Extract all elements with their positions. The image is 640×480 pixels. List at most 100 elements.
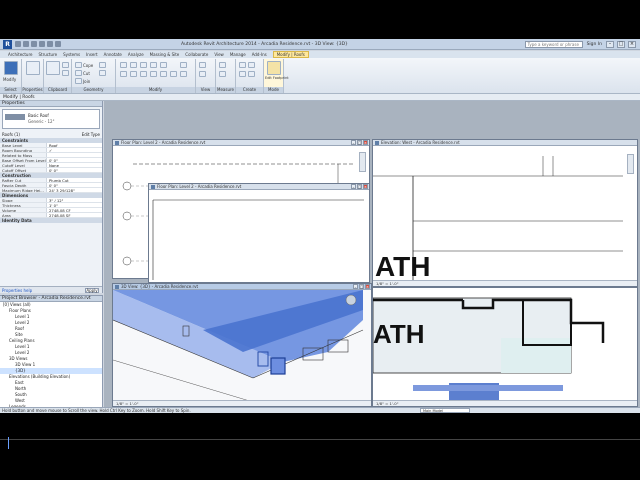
maximize-button[interactable]: □ [617,40,625,48]
view-close-button[interactable]: × [363,140,368,145]
apply-button[interactable]: Apply [85,288,99,293]
app-menu-button[interactable]: R [3,39,12,49]
join-icon[interactable] [75,78,82,84]
tab-analyze[interactable]: Analyze [128,52,144,57]
modify-button[interactable] [4,61,18,75]
geometry-cut-icon[interactable] [75,70,82,76]
split-face-icon[interactable] [99,70,106,76]
save-icon[interactable] [23,41,29,47]
viewcube-icon[interactable] [345,294,357,306]
scale-label-3d[interactable]: 1/8" = 1'-0" [116,401,138,406]
create-parts-icon[interactable] [248,62,255,68]
view-bath-detail[interactable]: ATH 1/8" = 1'-0" [372,287,638,407]
scale-label-detail[interactable]: 1/8" = 1'-0" [376,401,398,406]
property-value[interactable]: None [46,163,102,167]
navigation-bar[interactable] [359,152,366,172]
window-title: Autodesk Revit Architecture 2014 - Arcad… [181,41,348,47]
tab-structure[interactable]: Structure [39,52,58,57]
create-assembly-icon[interactable] [239,62,246,68]
dimension-icon[interactable] [219,71,226,77]
type-selector[interactable]: Basic Roof Generic - 12" [2,109,100,129]
tab-manage[interactable]: Manage [230,52,246,57]
view-close-button[interactable]: × [363,184,368,189]
navigation-bar-elevation[interactable] [627,154,634,174]
view-minimize-button[interactable]: – [351,140,356,145]
mirror-draw-icon[interactable] [150,62,157,68]
copy-icon[interactable] [62,70,69,76]
properties-help-link[interactable]: Properties help Apply [0,286,102,293]
property-value[interactable]: 1' 0" [46,203,102,207]
split-icon[interactable] [160,62,167,68]
close-button[interactable]: × [628,40,636,48]
view-floor-plan-front[interactable]: Floor Plan: Level 2 - Arcadia Residence.… [148,183,370,283]
tab-systems[interactable]: Systems [63,52,80,57]
open-icon[interactable] [15,41,21,47]
view-minimize-button[interactable]: – [351,184,356,189]
tab-modify-roofs[interactable]: Modify | Roofs [272,51,309,58]
view-3d[interactable]: 3D View: {3D} - Arcadia Residence.rvt 1/… [112,283,372,407]
view-maximize-button[interactable]: □ [357,184,362,189]
properties-help-text[interactable]: Properties help [2,288,32,293]
edit-type-button[interactable]: Edit Type [82,131,100,138]
similar-icon[interactable] [248,71,255,77]
scale-icon[interactable] [170,71,177,77]
offset-icon[interactable] [130,62,137,68]
property-value[interactable]: 2748.08 SF [46,213,102,217]
delete-icon[interactable] [180,62,187,68]
sign-in-link[interactable]: Sign In [587,42,602,47]
align-icon[interactable] [120,62,127,68]
trim-icon[interactable] [150,71,157,77]
property-value[interactable] [46,153,102,157]
property-value[interactable]: 0' 0" [46,158,102,162]
edit-footprint-button[interactable] [267,61,281,75]
paint-icon[interactable] [99,62,106,68]
revit-window: R Autodesk Revit Architecture 2014 - Arc… [0,39,640,413]
cut-icon[interactable] [62,62,69,68]
tab-insert[interactable]: Insert [86,52,97,57]
paste-icon[interactable] [46,61,60,75]
array-icon[interactable] [160,71,167,77]
minimize-button[interactable]: – [606,40,614,48]
redo-icon[interactable] [39,41,45,47]
rotate-icon[interactable] [140,71,147,77]
property-value[interactable]: 2748.08 CF [46,208,102,212]
panel-label-properties: Properties [22,87,43,93]
property-value[interactable]: 24' 3 29/128" [46,188,102,192]
move-icon[interactable] [120,71,127,77]
measure-tool-icon[interactable] [219,62,226,68]
pin-icon[interactable] [180,71,187,77]
print-icon[interactable] [47,41,53,47]
search-input[interactable]: Type a keyword or phrase [524,40,583,48]
property-value[interactable]: Plumb Cut [46,178,102,182]
instance-filter[interactable]: Roofs (1) Edit Type [0,131,102,138]
tab-collaborate[interactable]: Collaborate [185,52,208,57]
property-value[interactable]: ✓ [46,148,102,152]
mirror-icon[interactable] [140,62,147,68]
properties-icon[interactable] [26,61,40,75]
property-value[interactable]: Roof [46,143,102,147]
view-maximize-button[interactable]: □ [357,140,362,145]
tab-massing-site[interactable]: Massing & Site [150,52,180,57]
measure-icon[interactable] [55,41,61,47]
view-close-button[interactable]: × [365,284,370,289]
view-minimize-button[interactable]: – [353,284,358,289]
override-graphics-icon[interactable] [199,71,206,77]
tab-view[interactable]: View [214,52,224,57]
progress-handle[interactable] [8,437,9,449]
view-elevation-west[interactable]: Elevation: West - Arcadia Residence.rvt … [372,139,638,287]
undo-icon[interactable] [31,41,37,47]
tab-annotate[interactable]: Annotate [104,52,122,57]
copy-element-icon[interactable] [130,71,137,77]
view-maximize-button[interactable]: □ [359,284,364,289]
hide-icon[interactable] [199,62,206,68]
property-value[interactable]: 0' 0" [46,168,102,172]
property-value[interactable]: 3" / 12" [46,198,102,202]
property-value[interactable]: 0' 0" [46,183,102,187]
property-group-header[interactable]: Identity Data [0,218,102,223]
tab-architecture[interactable]: Architecture [8,52,33,57]
progress-track[interactable] [0,439,640,440]
create-group-icon[interactable] [239,71,246,77]
tab-add-ins[interactable]: Add-Ins [252,52,267,57]
cope-icon[interactable] [75,62,82,68]
scale-label[interactable]: 1/8" = 1'-0" [376,281,398,286]
